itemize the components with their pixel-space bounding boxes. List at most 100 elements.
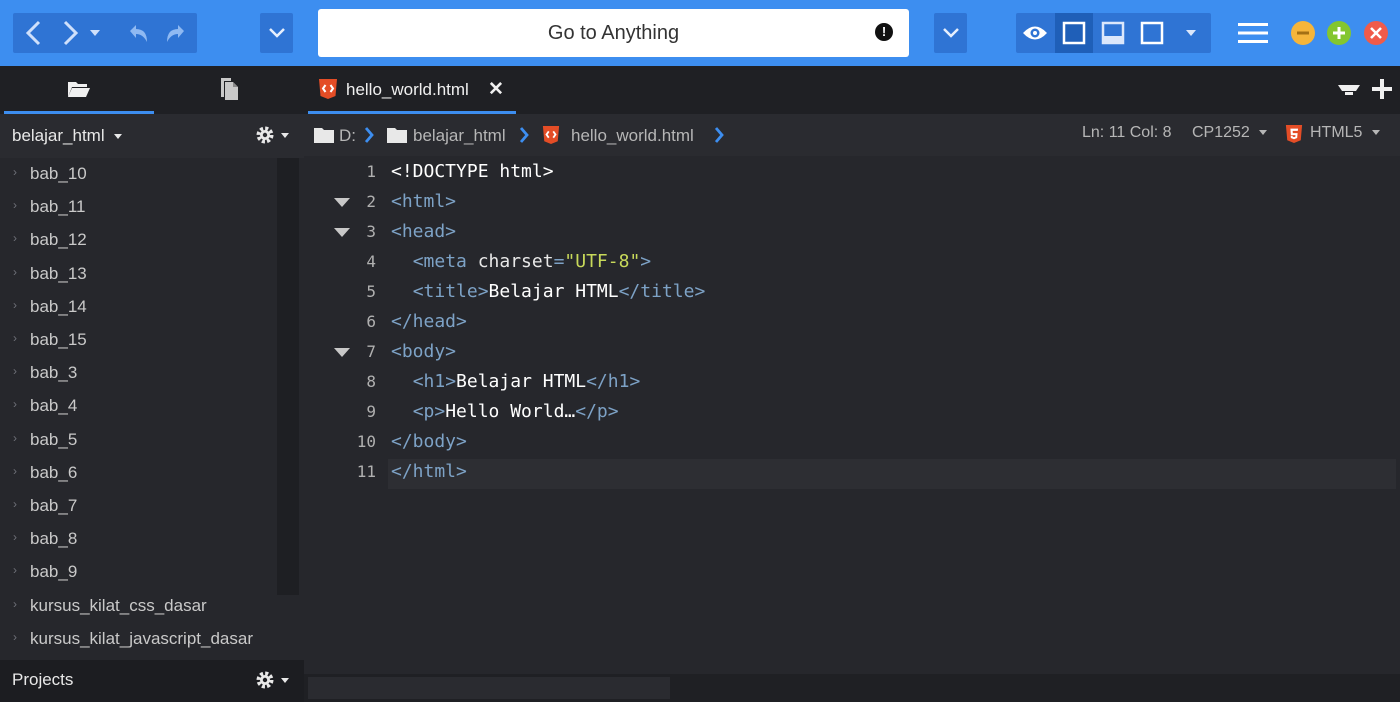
tab-hello-world[interactable]: hello_world.html ✕ bbox=[308, 66, 516, 114]
tree-item-label: bab_6 bbox=[30, 462, 78, 482]
code-line: </body> bbox=[391, 427, 467, 457]
file-tree: › bab_10 › bab_11 › bab_12 › bab_13 › bab_14 › bab_… bbox=[0, 158, 304, 660]
files-icon bbox=[221, 77, 238, 100]
tab-places[interactable] bbox=[4, 66, 154, 111]
current-line-highlight bbox=[388, 459, 1396, 489]
layout-group bbox=[1016, 13, 1211, 53]
panel-right-icon bbox=[1140, 21, 1164, 45]
sidebar-tabs bbox=[0, 66, 304, 114]
tree-item[interactable]: › bab_7 bbox=[0, 490, 276, 523]
tree-item-label: kursus_kilat_javascript_dasar bbox=[30, 628, 253, 648]
sidebar: belajar_html › bab_10 › bab_11 › bab_12 › bab_1… bbox=[0, 66, 304, 702]
fold-toggle-icon[interactable] bbox=[334, 228, 350, 237]
code-tag: <html> bbox=[391, 191, 457, 212]
undo-icon bbox=[130, 25, 147, 42]
toggle-sidebar-button[interactable] bbox=[1055, 13, 1093, 53]
horizontal-scrollbar[interactable] bbox=[304, 674, 1400, 702]
code-tag: <head> bbox=[391, 221, 457, 242]
cursor-position[interactable]: Ln: 11 Col: 8 bbox=[1082, 124, 1172, 142]
caret-down-icon bbox=[1259, 130, 1268, 136]
tree-item[interactable]: › bab_3 bbox=[0, 357, 276, 390]
tree-item[interactable]: › bab_13 bbox=[0, 258, 276, 291]
tree-item[interactable]: › kursus_kilat_css_dasar bbox=[0, 590, 276, 623]
line-number: 1 bbox=[366, 162, 376, 181]
line-number: 10 bbox=[356, 432, 376, 451]
maximize-button[interactable] bbox=[1327, 21, 1351, 45]
tree-item[interactable]: › bab_11 bbox=[0, 191, 276, 224]
tree-item-label: bab_5 bbox=[30, 429, 78, 449]
minimize-button[interactable] bbox=[1291, 21, 1315, 45]
open-menu-button[interactable] bbox=[260, 13, 293, 53]
projects-settings-button[interactable] bbox=[255, 670, 291, 692]
encoding-selector[interactable]: CP1252 bbox=[1192, 124, 1268, 142]
preview-button[interactable] bbox=[1016, 13, 1054, 53]
alert-icon: ! bbox=[875, 23, 893, 41]
tree-item[interactable]: › bab_9 bbox=[0, 556, 276, 589]
project-settings-button[interactable] bbox=[255, 125, 291, 147]
language-label: HTML5 bbox=[1310, 124, 1363, 141]
main-toolbar: Go to Anything ! bbox=[0, 0, 1400, 66]
toggle-right-panel-button[interactable] bbox=[1133, 13, 1171, 53]
fold-toggle-icon[interactable] bbox=[334, 198, 350, 207]
tree-item[interactable]: › bab_14 bbox=[0, 291, 276, 324]
chevron-down-icon bbox=[268, 28, 285, 38]
chevron-left-icon bbox=[25, 20, 41, 46]
project-header: belajar_html bbox=[0, 114, 304, 158]
gear-icon bbox=[256, 126, 274, 144]
tree-item[interactable]: › bab_4 bbox=[0, 390, 276, 423]
tree-scrollbar[interactable] bbox=[277, 158, 299, 595]
code-tag: > bbox=[640, 251, 652, 272]
back-button[interactable] bbox=[15, 13, 53, 53]
new-tab-button[interactable] bbox=[1372, 79, 1394, 101]
tree-item[interactable]: › bab_10 bbox=[0, 158, 276, 191]
close-icon bbox=[1370, 27, 1382, 39]
layout-dropdown-button[interactable] bbox=[1174, 13, 1208, 53]
tree-item[interactable]: › bab_12 bbox=[0, 224, 276, 257]
history-dropdown-button[interactable] bbox=[85, 13, 105, 53]
tree-item[interactable]: › bab_5 bbox=[0, 424, 276, 457]
chevron-right-icon: › bbox=[13, 563, 17, 578]
code-tag: <p> bbox=[412, 401, 446, 422]
tab-list-button[interactable] bbox=[1338, 79, 1362, 101]
breadcrumb-drive[interactable]: D: bbox=[339, 126, 356, 146]
code-line: <h1>Belajar HTML</h1> bbox=[391, 367, 641, 397]
tree-item[interactable]: › bab_6 bbox=[0, 457, 276, 490]
breadcrumb-file[interactable]: hello_world.html bbox=[571, 126, 694, 146]
tab-open-files[interactable] bbox=[154, 66, 304, 111]
chevron-right-icon: › bbox=[13, 397, 17, 412]
html-file-icon bbox=[542, 126, 560, 144]
goto-dropdown-button[interactable] bbox=[934, 13, 967, 53]
tree-item[interactable]: › bab_15 bbox=[0, 324, 276, 357]
tree-item-label: kursus_kilat_css_dasar bbox=[30, 595, 207, 615]
chevron-right-icon: › bbox=[13, 264, 17, 279]
projects-label: Projects bbox=[12, 670, 74, 689]
close-window-button[interactable] bbox=[1364, 21, 1388, 45]
fold-toggle-icon[interactable] bbox=[334, 348, 350, 357]
tree-item[interactable]: › kursus_kilat_javascript_dasar bbox=[0, 623, 276, 656]
code-line: <meta charset="UTF-8"> bbox=[391, 247, 651, 277]
tree-item[interactable]: › bab_8 bbox=[0, 523, 276, 556]
code-text: Belajar HTML bbox=[488, 281, 619, 302]
code-tag: </title> bbox=[618, 281, 706, 302]
eye-icon bbox=[1023, 26, 1047, 40]
main-menu-button[interactable] bbox=[1234, 13, 1272, 53]
chevron-right-icon: › bbox=[13, 463, 17, 478]
code-editor[interactable]: <!DOCTYPE html> <html> <head> <meta char… bbox=[388, 156, 1400, 674]
redo-button[interactable] bbox=[157, 13, 195, 53]
language-selector[interactable]: HTML5 bbox=[1310, 124, 1380, 142]
project-selector[interactable]: belajar_html bbox=[12, 126, 123, 146]
breadcrumb-folder[interactable]: belajar_html bbox=[413, 126, 506, 146]
chevron-right-icon: › bbox=[13, 165, 17, 179]
toggle-bottom-panel-button[interactable] bbox=[1094, 13, 1132, 53]
scrollbar-thumb[interactable] bbox=[308, 677, 670, 699]
code-tag: <title> bbox=[412, 281, 489, 302]
code-line: <title>Belajar HTML</title> bbox=[391, 277, 706, 307]
tree-item-label: bab_9 bbox=[30, 562, 78, 582]
forward-button[interactable] bbox=[51, 13, 89, 53]
html5-icon bbox=[1285, 125, 1303, 143]
breadcrumb: D: belajar_html hello_world.html Ln: 11 … bbox=[304, 114, 1400, 156]
goto-anything-field[interactable]: Go to Anything ! bbox=[318, 9, 909, 57]
undo-button[interactable] bbox=[119, 13, 157, 53]
tab-close-button[interactable]: ✕ bbox=[488, 78, 504, 101]
code-operator: = bbox=[553, 251, 565, 272]
